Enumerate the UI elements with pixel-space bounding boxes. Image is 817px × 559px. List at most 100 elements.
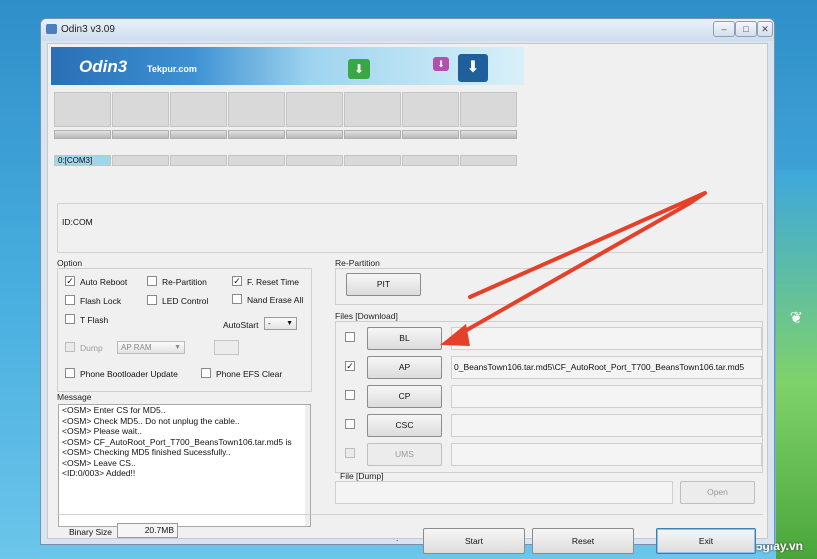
phone-efs-clear-checkbox[interactable] [201,368,211,378]
message-line: <OSM> Please wait.. [62,426,142,436]
start-button[interactable]: Start [423,528,525,554]
auto-reboot-label: Auto Reboot [80,277,128,287]
bottom-divider [57,514,763,515]
option-group-title: Option [57,258,83,268]
t-flash-label: T Flash [80,315,109,325]
desktop-wallpaper [776,170,817,559]
cp-button[interactable]: CP [367,385,442,408]
message-line: <ID:0/003> Added!! [62,468,136,478]
port-id [402,155,459,166]
port-progress-bar [228,130,285,139]
port-status-box [344,92,401,127]
ums-checkbox[interactable] [345,448,355,458]
download-blue-icon: ⬇ [458,54,488,82]
files-group-title: Files [Download] [335,311,398,321]
ap-button[interactable]: AP [367,356,442,379]
ums-button[interactable]: UMS [367,443,442,466]
binary-size-value: 20.7MB [117,523,178,538]
dump-select-value: AP RAM [121,343,152,352]
port-id [286,155,343,166]
message-line: <OSM> Checking MD5 finished Sucessfully.… [62,447,231,457]
reset-button[interactable]: Reset [532,528,634,554]
led-control-checkbox[interactable] [147,295,157,305]
flash-lock-checkbox[interactable] [65,295,75,305]
message-line: <OSM> CF_AutoRoot_Port_T700_BeansTown106… [62,436,292,447]
title-bar[interactable]: Odin3 v3.09 – □ ✕ [41,19,774,41]
t-flash-checkbox[interactable] [65,314,75,324]
cp-checkbox[interactable] [345,390,355,400]
file-dump-path [335,481,673,504]
message-line: <OSM> Check MD5.. Do not unplug the cabl… [62,415,240,426]
csc-button[interactable]: CSC [367,414,442,437]
autostart-label: AutoStart [223,320,259,330]
ap-checkbox[interactable]: ✓ [345,361,355,371]
port-id [170,155,227,166]
nand-erase-all-checkbox[interactable] [232,294,242,304]
port-progress-bar [286,130,343,139]
port-status-box [54,92,111,127]
binary-size-label: Binary Size [69,527,112,537]
chevron-down-icon: ▼ [286,320,293,327]
dump-address-box[interactable] [214,340,239,355]
port-status-box [170,92,227,127]
port-status-box [460,92,517,127]
window-title: Odin3 v3.09 [61,24,115,35]
exit-button[interactable]: Exit [656,528,756,554]
port-status-box [286,92,343,127]
close-button[interactable]: ✕ [757,21,773,37]
idcom-panel: ID:COM [57,203,763,253]
open-button[interactable]: Open [680,481,755,504]
message-line: <OSM> Leave CS.. [62,457,136,468]
banner-logo: Odin3 [79,57,128,76]
status-dot: . [396,533,399,543]
cp-path [451,385,762,408]
auto-reboot-checkbox[interactable]: ✓ [65,276,75,286]
dump-select[interactable]: AP RAM ▼ [117,341,185,354]
csc-path [451,414,762,437]
client-area: Odin3 Tekpur.com ⬇ ⬇ ⬇ 0:[COM3] ID:COM O… [47,43,768,554]
message-scrollbar[interactable] [305,405,310,526]
port-id [112,155,169,166]
maximize-button[interactable]: □ [735,21,757,37]
bl-button[interactable]: BL [367,327,442,350]
download-purple-icon: ⬇ [433,57,449,71]
banner-subtitle: Tekpur.com [147,64,197,74]
autostart-value: - [268,319,271,328]
odin-banner: Odin3 Tekpur.com ⬇ ⬇ ⬇ [51,47,524,85]
app-icon [46,24,57,34]
f-reset-time-checkbox[interactable]: ✓ [232,276,242,286]
port-progress-bar [402,130,459,139]
port-id [228,155,285,166]
odin-window: Odin3 v3.09 – □ ✕ Odin3 Tekpur.com ⬇ ⬇ ⬇… [40,18,775,554]
re-partition-checkbox[interactable] [147,276,157,286]
port-progress-bar [112,130,169,139]
f-reset-time-label: F. Reset Time [247,277,299,287]
repartition-group-title: Re-Partition [335,258,380,268]
chevron-down-icon: ▼ [174,344,181,351]
port-id [344,155,401,166]
phone-bootloader-update-label: Phone Bootloader Update [80,369,178,379]
file-dump-group-title: File [Dump] [340,471,384,481]
message-group-title: Message [57,392,92,402]
autostart-select[interactable]: - ▼ [264,317,297,330]
flash-lock-label: Flash Lock [80,296,122,306]
butterfly-icon: ❦ [789,310,803,327]
csc-checkbox[interactable] [345,419,355,429]
port-status-box [228,92,285,127]
minimize-button[interactable]: – [713,21,735,37]
port-area: 0:[COM3] [51,92,764,174]
port-progress-bar [54,130,111,139]
message-log[interactable]: <OSM> Enter CS for MD5.. <OSM> Check MD5… [58,404,311,527]
phone-bootloader-update-checkbox[interactable] [65,368,75,378]
message-line: <OSM> Enter CS for MD5.. [62,405,166,415]
dump-label: Dump [80,343,103,353]
ap-path: 0_BeansTown106.tar.md5\CF_AutoRoot_Port_… [451,356,762,379]
port-id: 0:[COM3] [54,155,111,166]
bl-checkbox[interactable] [345,332,355,342]
re-partition-label: Re-Partition [162,277,207,287]
nand-erase-all-label: Nand Erase All [247,295,304,305]
pit-button[interactable]: PIT [346,273,421,296]
bl-path [451,327,762,350]
dump-checkbox[interactable] [65,342,75,352]
port-progress-bar [170,130,227,139]
